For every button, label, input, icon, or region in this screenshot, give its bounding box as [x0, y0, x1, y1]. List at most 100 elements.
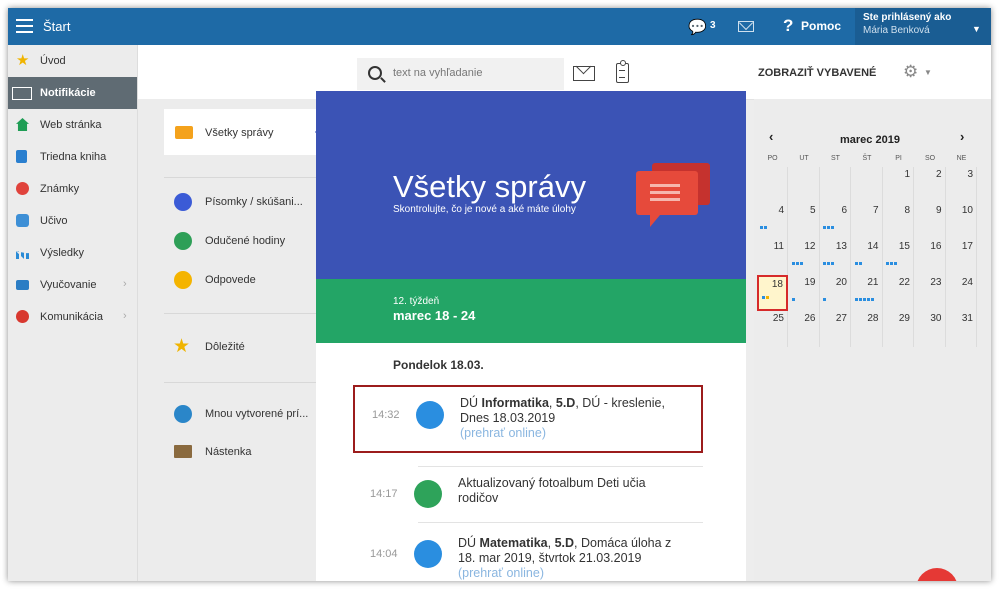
photo-album-icon	[414, 480, 442, 508]
sidebar-item-notifikacie[interactable]: Notifikácie	[8, 77, 137, 109]
calendar-day[interactable]: 19	[789, 275, 820, 311]
calendar-day-number: 5	[809, 205, 816, 216]
calendar-day[interactable]: 6	[820, 203, 851, 239]
calendar-day[interactable]: 22	[883, 275, 914, 311]
help-link[interactable]: Pomoc	[801, 19, 841, 33]
category-answers[interactable]: Odpovede	[164, 265, 316, 295]
calendar-day-number: 21	[867, 277, 879, 288]
sidebar-item-web-stranka[interactable]: Web stránka	[8, 109, 137, 141]
calendar-day[interactable]: 30	[915, 311, 946, 347]
sidebar-item-triedna-kniha[interactable]: Triedna kniha	[8, 141, 137, 173]
sidebar-item-vysledky[interactable]: Výsledky	[8, 237, 137, 269]
chat-bubbles-icon	[16, 310, 29, 323]
chat-icon[interactable]: 💬	[688, 18, 707, 36]
calendar-day[interactable]: 25	[757, 311, 788, 347]
calendar-day[interactable]: 1	[883, 167, 914, 203]
category-all-messages[interactable]: Všetky správy	[164, 109, 323, 155]
calendar-day[interactable]: 23	[915, 275, 946, 311]
calendar-day[interactable]: 27	[820, 311, 851, 347]
envelope-icon	[12, 87, 32, 100]
show-equipped-button[interactable]: ZOBRAZIŤ VYBAVENÉ	[758, 67, 876, 79]
calendar-day[interactable]: 18	[757, 275, 788, 311]
sidebar-item-vyucovanie[interactable]: Vyučovanie ›	[8, 269, 137, 301]
search-box	[357, 58, 564, 90]
caret-down-icon[interactable]: ▼	[924, 68, 932, 77]
envelope-icon[interactable]	[573, 66, 595, 81]
category-created-by-me[interactable]: Mnou vytvorené prí...	[164, 399, 316, 429]
calendar-day[interactable]: 31	[946, 311, 977, 347]
week-range: marec 18 - 24	[393, 308, 476, 323]
calendar-day[interactable]: 12	[789, 239, 820, 275]
calendar-day[interactable]: 10	[946, 203, 977, 239]
play-online-link[interactable]: (prehrať online)	[460, 426, 546, 440]
category-lessons[interactable]: Odučené hodiny	[164, 226, 316, 256]
sidebar-item-ucivo[interactable]: Učivo	[8, 205, 137, 237]
sidebar-item-label: Vyučovanie	[40, 279, 97, 291]
calendar-day[interactable]: 24	[946, 275, 977, 311]
category-label: Dôležité	[205, 341, 245, 353]
calendar-day-number: 23	[930, 277, 942, 288]
calendar-day[interactable]: 17	[946, 239, 977, 275]
calendar-day[interactable]: 21	[852, 275, 883, 311]
event-markers	[823, 288, 849, 306]
calendar-day[interactable]: 4	[757, 203, 788, 239]
play-online-link[interactable]: (prehrať online)	[458, 566, 544, 580]
calendar-day[interactable]: 20	[820, 275, 851, 311]
calendar-day[interactable]: 14	[852, 239, 883, 275]
calendar-next-button[interactable]: ›	[960, 129, 964, 144]
envelope-icon	[175, 126, 193, 139]
mail-icon[interactable]	[738, 21, 754, 32]
user-menu[interactable]: Ste prihlásený ako Mária Benková ▼	[855, 8, 991, 45]
message-item-selected[interactable]: 14:32 DÚ Informatika, 5.D, DÚ - kresleni…	[353, 385, 703, 453]
calendar-day[interactable]: 13	[820, 239, 851, 275]
messages-hero: Všetky správy Skontrolujte, čo je nové a…	[316, 91, 746, 279]
calendar-month: marec 2019	[840, 134, 900, 146]
category-label: Mnou vytvorené prí...	[205, 408, 309, 420]
calendar-day[interactable]: 8	[883, 203, 914, 239]
category-important[interactable]: ★ Dôležité	[164, 332, 316, 362]
message-item[interactable]: 14:17 Aktualizovaný fotoalbum Deti učia …	[353, 471, 703, 521]
calendar-day-number: 10	[961, 205, 973, 216]
bar-chart-icon	[16, 246, 29, 259]
search-icon[interactable]	[368, 66, 382, 80]
sidebar-item-uvod[interactable]: ★ Úvod	[8, 45, 137, 77]
search-input[interactable]	[391, 66, 555, 80]
sidebar-item-komunikacia[interactable]: Komunikácia ›	[8, 301, 137, 333]
grade-icon	[16, 182, 29, 195]
calendar-day-number: 19	[804, 277, 816, 288]
message-item[interactable]: 14:04 DÚ Matematika, 5.D, Domáca úloha z…	[353, 531, 703, 581]
category-board[interactable]: Nástenka	[164, 437, 316, 467]
calendar-day[interactable]: 26	[789, 311, 820, 347]
calendar-day[interactable]: 7	[852, 203, 883, 239]
calendar-day[interactable]: 11	[757, 239, 788, 275]
calendar-day-number: 14	[867, 241, 879, 252]
help-icon[interactable]: ?	[783, 16, 793, 36]
menu-icon[interactable]	[16, 19, 33, 33]
test-icon	[174, 193, 192, 211]
calendar-prev-button[interactable]: ‹	[769, 129, 773, 144]
sidebar: ★ Úvod Notifikácie Web stránka Triedna k…	[8, 45, 138, 581]
event-markers	[791, 288, 818, 306]
calendar-day[interactable]: 15	[883, 239, 914, 275]
star-icon: ★	[16, 52, 30, 69]
clipboard-icon[interactable]	[616, 60, 629, 83]
category-label: Odpovede	[205, 274, 256, 286]
calendar-day[interactable]: 9	[915, 203, 946, 239]
category-tests[interactable]: Písomky / skúšani...	[164, 187, 316, 217]
calendar-day[interactable]: 16	[915, 239, 946, 275]
message-text: Aktualizovaný fotoalbum Deti učia rodičo…	[458, 476, 646, 505]
event-markers	[760, 216, 786, 234]
event-markers	[823, 252, 849, 270]
caret-down-icon[interactable]: ▼	[972, 24, 981, 34]
homework-icon	[414, 540, 442, 568]
calendar-day[interactable]: 29	[883, 311, 914, 347]
gear-icon[interactable]: ⚙	[903, 62, 918, 82]
calendar-day[interactable]: 2	[915, 167, 946, 203]
calendar-day[interactable]: 3	[946, 167, 977, 203]
weekday-label: SO	[924, 155, 936, 162]
calendar-day[interactable]: 28	[852, 311, 883, 347]
app-title[interactable]: Štart	[43, 19, 70, 34]
calendar-day[interactable]: 5	[789, 203, 820, 239]
sidebar-item-znamky[interactable]: Známky	[8, 173, 137, 205]
divider	[164, 382, 316, 383]
